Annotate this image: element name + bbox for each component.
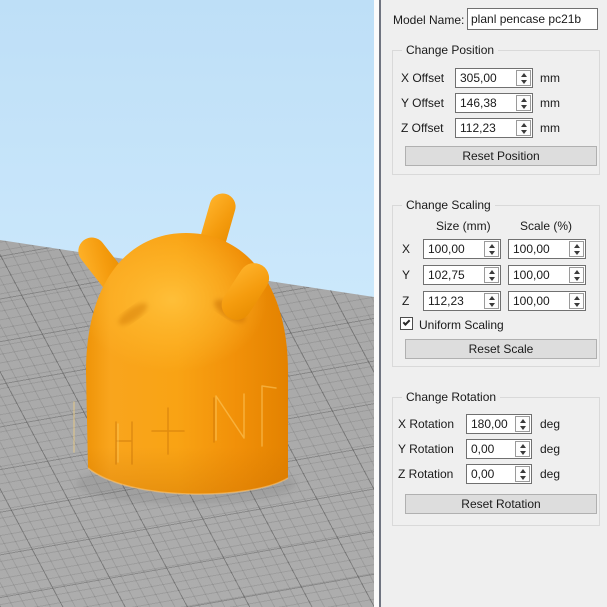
spin-down-icon[interactable] [519, 475, 526, 480]
spin-down-icon[interactable] [520, 79, 527, 84]
spin-up-icon[interactable] [519, 418, 526, 423]
x-offset-unit: mm [540, 71, 560, 85]
y-offset-spinner[interactable] [516, 95, 531, 111]
uniform-scaling-checkbox[interactable] [400, 317, 413, 330]
spin-up-icon[interactable] [519, 443, 526, 448]
x-rotation-label: X Rotation [398, 417, 455, 431]
spin-up-icon[interactable] [519, 468, 526, 473]
size-y-input[interactable]: 102,75 [423, 265, 501, 285]
spin-down-icon[interactable] [573, 250, 580, 255]
model-mesh-pencase[interactable] [0, 0, 374, 607]
spin-down-icon[interactable] [520, 104, 527, 109]
x-rotation-unit: deg [540, 417, 561, 431]
scale-y-axis-label: Y [402, 268, 411, 282]
x-rotation-spinner[interactable] [515, 416, 530, 432]
reset-rotation-button[interactable]: Reset Rotation [405, 494, 597, 514]
checkmark-icon [402, 318, 411, 326]
spin-down-icon[interactable] [488, 276, 495, 281]
z-offset-unit: mm [540, 121, 560, 135]
scale-z-spinner[interactable] [569, 293, 584, 309]
spin-up-icon[interactable] [488, 295, 495, 300]
y-offset-unit: mm [540, 96, 560, 110]
spin-down-icon[interactable] [488, 302, 495, 307]
spin-up-icon[interactable] [520, 97, 527, 102]
z-offset-input[interactable]: 112,23 [455, 118, 533, 138]
reset-scale-button[interactable]: Reset Scale [405, 339, 597, 359]
size-x-input[interactable]: 100,00 [423, 239, 501, 259]
spin-up-icon[interactable] [520, 72, 527, 77]
z-rotation-unit: deg [540, 467, 561, 481]
scale-y-spinner[interactable] [569, 267, 584, 283]
scale-x-input[interactable]: 100,00 [508, 239, 586, 259]
change-rotation-title: Change Rotation [402, 390, 501, 404]
scale-y-input[interactable]: 100,00 [508, 265, 586, 285]
model-settings-panel: Model Name: planl pencase pc21b Change P… [381, 0, 607, 607]
scale-z-axis-label: Z [402, 294, 410, 308]
3d-viewport[interactable] [0, 0, 374, 607]
change-position-title: Change Position [402, 43, 499, 57]
x-rotation-input[interactable]: 180,00 [466, 414, 532, 434]
y-rotation-spinner[interactable] [515, 441, 530, 457]
size-x-spinner[interactable] [484, 241, 499, 257]
y-offset-input[interactable]: 146,38 [455, 93, 533, 113]
x-offset-label: X Offset [401, 71, 445, 85]
spin-down-icon[interactable] [488, 250, 495, 255]
model-name-label: Model Name: [393, 13, 465, 27]
size-column-header: Size (mm) [436, 219, 491, 233]
scale-x-axis-label: X [402, 242, 411, 256]
z-rotation-label: Z Rotation [398, 467, 454, 481]
scale-column-header: Scale (%) [520, 219, 573, 233]
spin-down-icon[interactable] [519, 425, 526, 430]
spin-down-icon[interactable] [519, 450, 526, 455]
y-offset-label: Y Offset [401, 96, 444, 110]
reset-position-button[interactable]: Reset Position [405, 146, 597, 166]
z-offset-spinner[interactable] [516, 120, 531, 136]
uniform-scaling-label: Uniform Scaling [419, 318, 504, 332]
y-rotation-label: Y Rotation [398, 442, 454, 456]
size-y-spinner[interactable] [484, 267, 499, 283]
change-scaling-title: Change Scaling [402, 198, 495, 212]
spin-down-icon[interactable] [573, 302, 580, 307]
spin-up-icon[interactable] [488, 269, 495, 274]
spin-down-icon[interactable] [520, 129, 527, 134]
spin-up-icon[interactable] [488, 243, 495, 248]
size-z-input[interactable]: 112,23 [423, 291, 501, 311]
spin-up-icon[interactable] [573, 243, 580, 248]
x-offset-input[interactable]: 305,00 [455, 68, 533, 88]
spin-up-icon[interactable] [573, 269, 580, 274]
size-z-spinner[interactable] [484, 293, 499, 309]
y-rotation-unit: deg [540, 442, 561, 456]
spin-up-icon[interactable] [573, 295, 580, 300]
spin-up-icon[interactable] [520, 122, 527, 127]
z-rotation-input[interactable]: 0,00 [466, 464, 532, 484]
z-rotation-spinner[interactable] [515, 466, 530, 482]
y-rotation-input[interactable]: 0,00 [466, 439, 532, 459]
x-offset-spinner[interactable] [516, 70, 531, 86]
model-name-input[interactable]: planl pencase pc21b [467, 8, 598, 30]
z-offset-label: Z Offset [401, 121, 444, 135]
scale-x-spinner[interactable] [569, 241, 584, 257]
spin-down-icon[interactable] [573, 276, 580, 281]
scale-z-input[interactable]: 100,00 [508, 291, 586, 311]
